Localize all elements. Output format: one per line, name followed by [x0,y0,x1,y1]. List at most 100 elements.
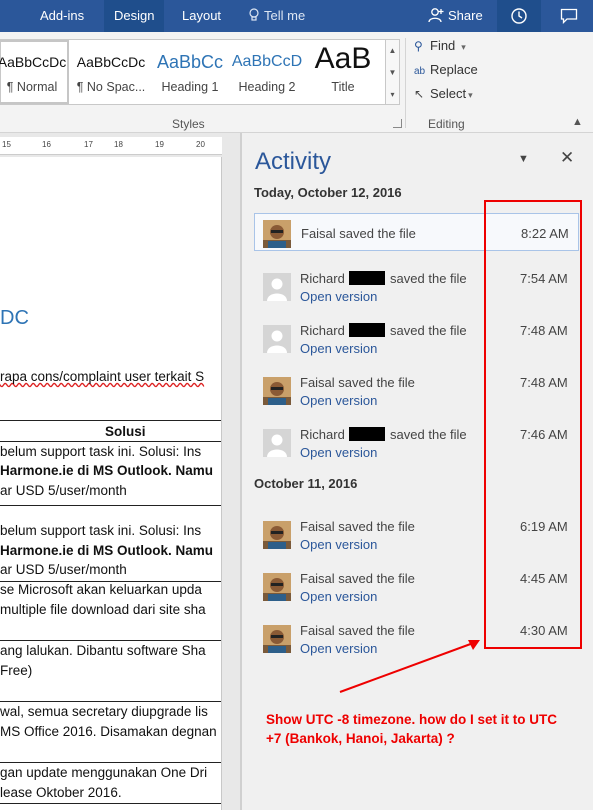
find-label: Find [430,38,456,53]
search-icon: ⚲ [414,39,423,53]
replace-button[interactable]: ab Replace [414,60,478,80]
replace-icon: ab [414,66,426,77]
table-border [0,420,221,421]
open-version-link[interactable]: Open version [300,341,377,356]
replace-label: Replace [430,62,478,77]
share-label: Share [448,8,483,23]
style-no-spacing[interactable]: AaBbCcDc ¶ No Spac... [73,42,149,102]
table-border [0,803,221,804]
pane-options-icon[interactable]: ▼ [518,153,529,165]
styles-gallery: AaBbCcDc ¶ Normal AaBbCcDc ¶ No Spac... … [0,39,386,105]
doc-line: Free) [0,663,33,678]
chevron-down-icon: ▾ [468,90,473,100]
user-name: Richard [300,323,345,338]
tab-design[interactable]: Design [104,0,165,32]
style-preview: AaBbCc [156,52,224,72]
doc-line: gan update menggunakan One Dri [0,765,208,780]
tell-me-label: Tell me [264,8,306,23]
redaction-bar [349,323,386,337]
collapse-ribbon-icon[interactable]: ▲ [572,116,583,128]
style-name: ¶ Normal [6,80,58,94]
table-border [0,701,221,702]
activity-text: Faisal saved the file [300,519,415,534]
more-styles-icon[interactable]: ▾ [386,84,399,106]
comment-icon [560,8,578,24]
history-icon [511,8,527,24]
user-name: Richard [300,271,345,286]
doc-heading-fragment: DC [0,307,29,329]
ruler-number: 20 [196,140,205,149]
activity-history-button[interactable] [497,0,541,32]
close-icon[interactable]: ✕ [560,148,574,168]
user-photo-avatar [263,220,291,248]
open-version-link[interactable]: Open version [300,289,377,304]
style-heading-1[interactable]: AaBbCc Heading 1 [153,42,227,102]
style-heading-2[interactable]: AaBbCcD Heading 2 [231,42,303,102]
default-avatar-icon [263,273,291,301]
user-photo-avatar [263,377,291,405]
chevron-down-icon: ▾ [461,42,466,52]
action-text: saved the file [390,271,467,286]
styles-dialog-launcher-icon[interactable] [393,119,402,128]
chevron-up-icon[interactable]: ▲ [386,40,399,62]
open-version-link[interactable]: Open version [300,589,377,604]
style-preview: AaB [314,42,372,75]
activity-text: Richard saved the file [300,427,467,442]
cursor-icon: ↖ [414,87,425,101]
ruler-number: 15 [2,140,11,149]
style-title[interactable]: AaB Title [307,42,379,102]
style-preview: AaBbCcD [231,53,303,70]
highlight-box [484,200,582,649]
group-divider [405,38,406,128]
action-text: saved the file [390,427,467,442]
tell-me-box[interactable]: Tell me [248,0,305,32]
open-version-link[interactable]: Open version [300,393,377,408]
doc-line: Harmone.ie di MS Outlook. Namu [0,463,214,478]
user-photo-avatar [263,625,291,653]
tab-layout[interactable]: Layout [172,0,231,32]
doc-line: ang lalukan. Dibantu software Sha [0,643,206,658]
doc-line: rapa cons/complaint user terkait S [0,369,204,384]
style-preview: AaBbCcDc [76,54,146,70]
ruler: 15 16 17 18 19 20 [0,137,222,155]
default-avatar-icon [263,325,291,353]
tab-add-ins[interactable]: Add-ins [30,0,94,32]
date-header: Today, October 12, 2016 [254,185,402,200]
person-add-icon [428,8,444,23]
doc-line-text: rapa cons/complaint user terkait S [0,369,205,384]
annotation-note: Show UTC -8 timezone. how do I set it to… [266,712,557,746]
open-version-link[interactable]: Open version [300,537,377,552]
style-normal[interactable]: AaBbCcDc ¶ Normal [0,40,69,104]
action-text: saved the file [390,323,467,338]
style-name: ¶ No Spac... [76,80,146,94]
chevron-down-icon[interactable]: ▼ [386,62,399,84]
styles-scroll[interactable]: ▲ ▼ ▾ [386,39,400,105]
table-border [0,762,221,763]
share-button[interactable]: Share [428,0,483,32]
ruler-number: 19 [155,140,164,149]
doc-line: belum support task ini. Solusi: Ins [0,444,202,459]
default-avatar-icon [263,429,291,457]
redaction-bar [349,271,386,285]
select-button[interactable]: ↖ Select ▾ [414,84,473,104]
annotation-arrow [339,640,480,693]
activity-text: Faisal saved the file [300,375,415,390]
document-page[interactable]: DC rapa cons/complaint user terkait S So… [0,157,222,810]
table-border [0,441,221,442]
doc-line: belum support task ini. Solusi: Ins [0,523,202,538]
document-area: 15 16 17 18 19 20 DC rapa cons/complaint… [0,133,240,810]
ruler-number: 16 [42,140,51,149]
activity-text: Richard saved the file [300,323,467,338]
doc-line: wal, semua secretary diupgrade lis [0,704,208,719]
style-name: Heading 1 [161,80,219,94]
doc-line: ar USD 5/user/month [0,562,127,577]
pane-title: Activity [255,148,332,175]
doc-line: se Microsoft akan keluarkan upda [0,582,202,597]
title-bar: Add-ins Design Layout Tell me Share [0,0,593,32]
activity-text: Faisal saved the file [301,226,416,241]
find-button[interactable]: ⚲ Find ▾ [414,36,466,56]
comments-button[interactable] [547,0,591,32]
table-border [0,640,221,641]
doc-line: lease Oktober 2016. [0,785,122,800]
open-version-link[interactable]: Open version [300,445,377,460]
